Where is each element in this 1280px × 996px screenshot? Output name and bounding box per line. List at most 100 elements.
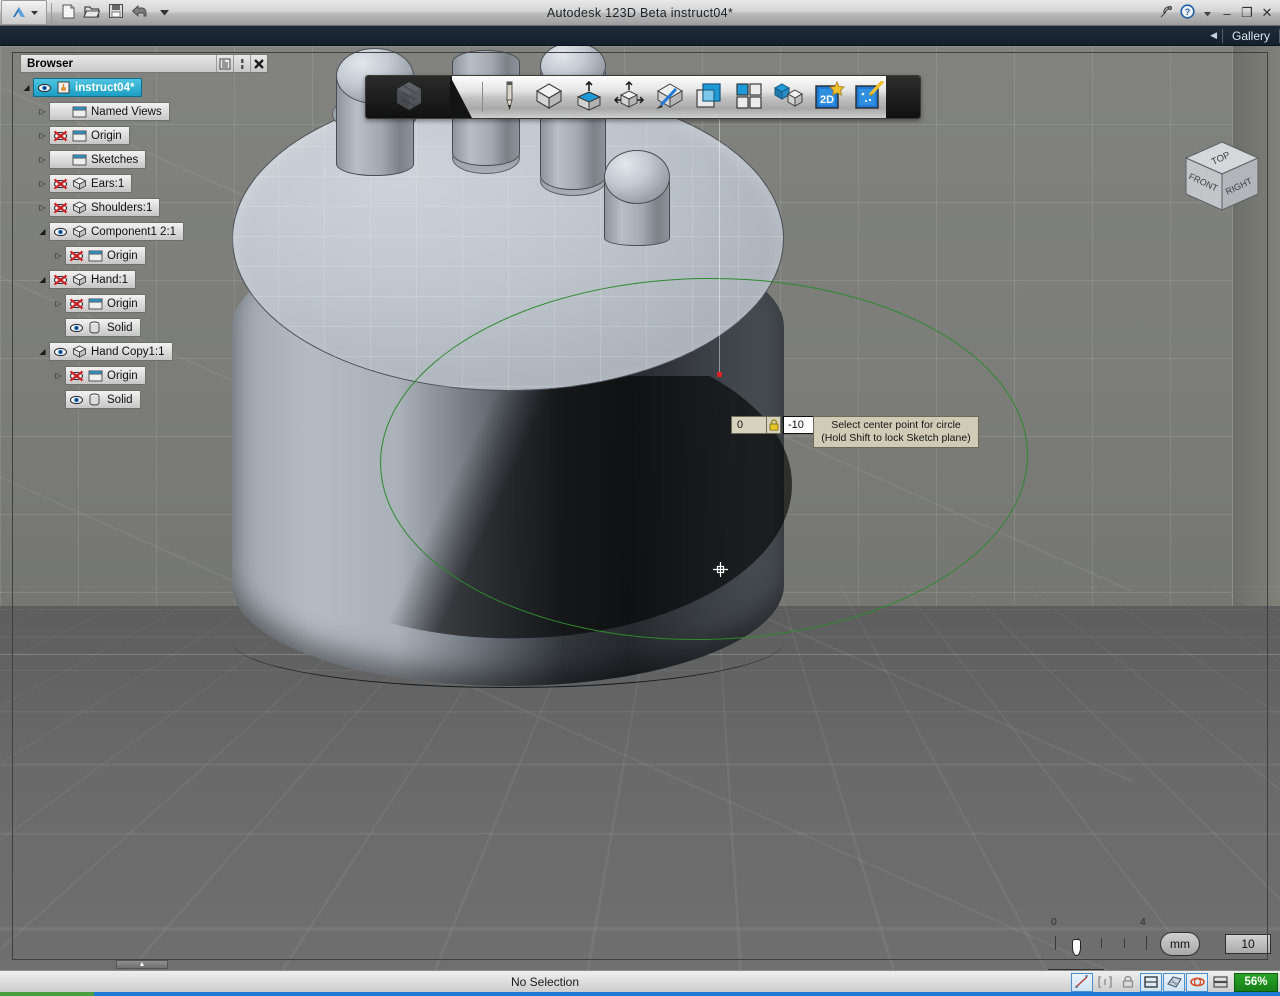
help-dropdown-button[interactable] [1198,4,1216,22]
display-toggle[interactable] [1209,973,1231,992]
modify-tool-button[interactable] [609,77,649,117]
sketch-tool-button[interactable] [489,77,529,117]
visibility-eye-icon[interactable] [53,346,68,358]
browser-tree-node[interactable]: Named Views [49,102,170,121]
help-button[interactable]: ? [1178,4,1196,22]
open-document-button[interactable] [80,2,104,24]
visibility-eye-icon[interactable] [53,202,68,214]
visibility-eye-icon[interactable] [69,250,84,262]
browser-tree-node[interactable]: instruct04* [33,78,142,97]
locked-coordinate-field[interactable]: 0 [731,416,767,434]
save-document-button[interactable] [104,2,128,24]
grid-snap-toggle[interactable] [1140,973,1162,992]
maximize-button[interactable]: ❐ [1238,4,1256,22]
browser-tree-node[interactable]: Origin [65,246,146,265]
share-satellite-button[interactable] [1158,4,1176,22]
scale-ruler[interactable]: 0 4 [1045,916,1175,966]
browser-panel[interactable]: Browser ◢instruct04*▷Named Views▷Origin▷… [20,54,268,413]
combine-tool-button[interactable] [689,77,729,117]
visibility-eye-icon[interactable] [69,370,84,382]
tree-expander[interactable]: ▷ [36,203,49,212]
padlock-closed-icon[interactable] [767,416,781,434]
browser-filter-button[interactable] [216,55,233,72]
2d-drawing-tool-button[interactable]: 2D [809,77,849,117]
tree-expander[interactable]: ◢ [20,83,33,92]
visibility-eye-icon[interactable] [53,274,68,286]
snap-midpoint-toggle[interactable] [1094,973,1116,992]
browser-tree-node[interactable]: Solid [65,318,141,337]
visibility-eye-icon[interactable] [53,130,68,142]
undo-button[interactable] [128,2,152,24]
browser-tree-row[interactable]: ◢instruct04* [20,77,268,98]
orbit-toggle[interactable] [1186,973,1208,992]
browser-tree-node[interactable]: Hand:1 [49,270,136,289]
close-button[interactable]: ✕ [1258,4,1276,22]
tree-expander[interactable]: ◢ [36,227,49,236]
browser-tree-node[interactable]: Origin [49,126,130,145]
ruler-slider-handle[interactable] [1072,939,1081,956]
visibility-eye-icon[interactable] [69,394,84,406]
browser-tree-node[interactable]: Ears:1 [49,174,132,193]
viewport-collapse-handle[interactable]: ▲ [116,960,168,969]
sketch-coordinate-inputs[interactable]: 0 -10 [731,416,825,434]
tree-expander[interactable]: ▷ [36,155,49,164]
visibility-eye-icon[interactable] [53,178,68,190]
group-tool-button[interactable] [769,77,809,117]
snap-line-toggle[interactable] [1071,973,1093,992]
tree-expander[interactable]: ▷ [36,179,49,188]
application-menu-button[interactable] [1,0,47,25]
minimize-button[interactable]: – [1218,4,1236,22]
model-peg-dome[interactable] [604,150,670,204]
browser-tree-node[interactable]: Sketches [49,150,146,169]
browser-tree-row[interactable]: ▷Shoulders:1 [20,197,268,218]
customize-qat-button[interactable] [152,2,176,24]
browser-tree-node[interactable]: Solid [65,390,141,409]
tree-expander[interactable]: ▷ [36,131,49,140]
smart-tool-button[interactable] [849,77,889,117]
browser-tree-row[interactable]: ▷Origin [20,125,268,146]
main-toolbar[interactable]: 2D [365,75,921,119]
browser-tree-row[interactable]: Solid [20,317,268,338]
browser-tree-row[interactable]: ▷Sketches [20,149,268,170]
browser-tree-row[interactable]: ▷Origin [20,245,268,266]
browser-tree-row[interactable]: Solid [20,389,268,410]
toolbar-logo[interactable] [366,76,452,118]
browser-close-button[interactable] [250,55,267,72]
plane-toggle[interactable] [1163,973,1185,992]
visibility-eye-icon[interactable] [37,82,52,94]
view-cube[interactable]: TOP FRONT RIGHT [1178,138,1266,222]
browser-tree-node[interactable]: Component1 2:1 [49,222,184,241]
tree-expander[interactable]: ▷ [52,299,65,308]
tree-expander[interactable]: ◢ [36,275,49,284]
browser-tree-row[interactable]: ◢Hand:1 [20,269,268,290]
primitives-tool-button[interactable] [529,77,569,117]
construct-tool-button[interactable] [569,77,609,117]
unit-selector[interactable]: mm [1160,932,1200,956]
lock-toggle[interactable] [1117,973,1139,992]
browser-tree-node[interactable]: Hand Copy1:1 [49,342,173,361]
visibility-eye-icon[interactable] [53,226,68,238]
visibility-eye-icon[interactable] [69,322,84,334]
tree-expander[interactable]: ▷ [52,251,65,260]
tree-expander[interactable]: ◢ [36,347,49,356]
status-toggles-group[interactable]: 56% [1071,972,1278,992]
browser-dock-button[interactable] [233,55,250,72]
browser-tree[interactable]: ◢instruct04*▷Named Views▷Origin▷Sketches… [20,73,268,410]
browser-tree-node[interactable]: Origin [65,366,146,385]
browser-tree-node[interactable]: Origin [65,294,146,313]
browser-tree-row[interactable]: ▷Ears:1 [20,173,268,194]
browser-tree-row[interactable]: ▷Origin [20,293,268,314]
browser-tree-row[interactable]: ▷Named Views [20,101,268,122]
tree-expander[interactable]: ▷ [52,371,65,380]
visibility-eye-icon[interactable] [69,298,84,310]
pattern-tool-button[interactable] [729,77,769,117]
paint-tool-button[interactable] [649,77,689,117]
new-document-button[interactable] [56,2,80,24]
browser-tree-row[interactable]: ◢Component1 2:1 [20,221,268,242]
browser-tree-row[interactable]: ◢Hand Copy1:1 [20,341,268,362]
tree-expander[interactable]: ▷ [36,107,49,116]
scale-value-field[interactable]: 10 [1225,934,1271,954]
gallery-tab[interactable]: Gallery [1223,29,1279,43]
browser-tree-row[interactable]: ▷Origin [20,365,268,386]
gallery-collapse-arrow[interactable]: ◀ [1210,30,1217,41]
